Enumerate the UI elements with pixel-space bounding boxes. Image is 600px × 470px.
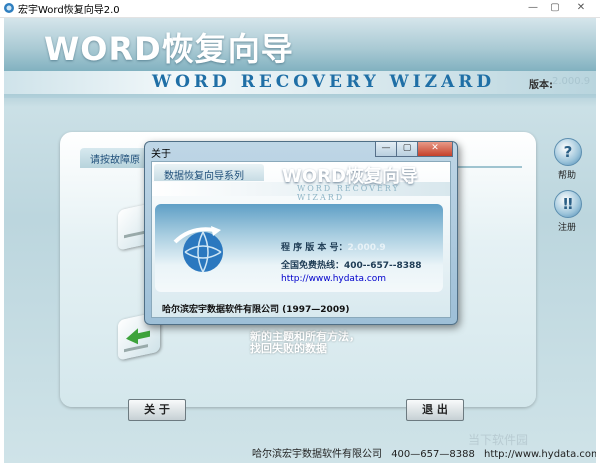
- main-window: 宏宇Word恢复向导2.0 — ▢ ✕ WORD恢复向导 WORD RECOVE…: [0, 0, 600, 470]
- about-dialog-title: 关于: [151, 149, 171, 160]
- about-minimize-button[interactable]: —: [375, 142, 397, 157]
- about-button[interactable]: 关 于: [128, 399, 186, 421]
- about-subtitle: WORD RECOVERY WIZARD: [297, 184, 400, 202]
- help-icon[interactable]: ?: [554, 138, 582, 166]
- about-version-value: 2.000.9: [347, 243, 386, 253]
- maximize-button[interactable]: ▢: [546, 1, 564, 15]
- about-copyright: 哈尔滨宏宇数据软件有限公司 (1997—2009): [162, 305, 350, 315]
- about-tab: 数据恢复向导系列: [154, 164, 264, 182]
- register-label[interactable]: 注册: [552, 220, 582, 233]
- about-close-button[interactable]: ✕: [417, 142, 453, 157]
- about-maximize-button[interactable]: ▢: [396, 142, 418, 157]
- help-label[interactable]: 帮助: [552, 168, 582, 181]
- about-dialog-body: 数据恢复向导系列 WORD恢复向导 WORD RECOVERY WIZARD 程…: [151, 161, 451, 318]
- about-hotline: 全国免费热线：400--657--8388: [281, 261, 422, 271]
- title-bar[interactable]: 宏宇Word恢复向导2.0 — ▢ ✕: [0, 0, 600, 18]
- register-icon[interactable]: ‼: [554, 190, 582, 218]
- panel-tab-label: 请按故障原: [90, 155, 140, 166]
- footer-company: 哈尔滨宏宇数据软件有限公司: [252, 449, 382, 460]
- bottom-border: [0, 463, 600, 470]
- panel-text-2: 找回失败的数据: [250, 342, 327, 355]
- footer-url[interactable]: http://www.hydata.com: [484, 449, 596, 460]
- footer-phone: 400—657—8388: [391, 449, 475, 460]
- close-button[interactable]: ✕: [572, 1, 590, 15]
- header-banner: WORD恢复向导 WORD RECOVERY WIZARD 版本: 2.000.…: [4, 18, 596, 98]
- minimize-button[interactable]: —: [524, 1, 542, 15]
- footer-info: 哈尔滨宏宇数据软件有限公司 400—657—8388 http://www.hy…: [252, 445, 596, 460]
- globe-logo-icon: [173, 226, 223, 273]
- about-url-link[interactable]: http://www.hydata.com: [281, 274, 386, 284]
- window-title: 宏宇Word恢复向导2.0: [18, 5, 120, 16]
- about-tab-label: 数据恢复向导系列: [164, 171, 244, 182]
- version-value: 2.000.9: [552, 76, 591, 87]
- version-label: 版本:: [529, 80, 553, 91]
- about-info-panel: 程 序 版 本 号：2.000.9 全国免费热线：400--657--8388 …: [155, 204, 443, 292]
- banner-title: WORD恢复向导: [44, 30, 294, 68]
- about-dialog-controls: — ▢ ✕: [375, 142, 453, 158]
- exit-button[interactable]: 退 出: [406, 399, 464, 421]
- app-icon: [4, 3, 14, 13]
- banner-subtitle: WORD RECOVERY WIZARD: [152, 72, 496, 92]
- about-dialog: 关于 — ▢ ✕ 数据恢复向导系列 WORD恢复向导 WORD RECOVERY…: [144, 141, 458, 325]
- about-version: 程 序 版 本 号：2.000.9: [281, 243, 386, 253]
